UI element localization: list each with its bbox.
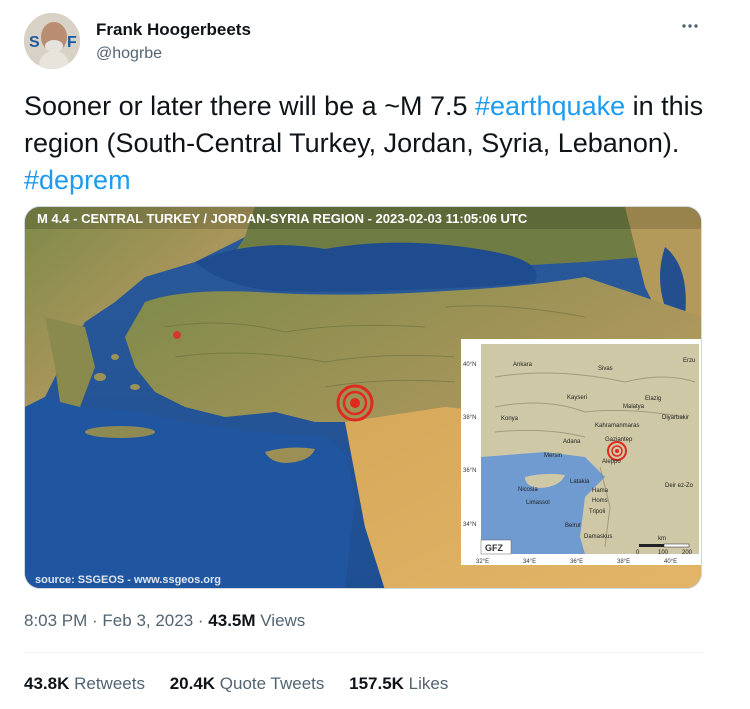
svg-text:F: F <box>67 34 77 51</box>
inset-city: Elazig <box>645 396 661 402</box>
inset-lat-label: 38°N <box>463 415 476 421</box>
inset-city: Nicosia <box>518 487 538 493</box>
inset-city: Damaskus <box>584 534 612 540</box>
views-count: 43.5M <box>208 611 256 630</box>
avatar-image: S F <box>24 13 80 69</box>
inset-city: Beirut <box>565 523 581 529</box>
tweet-text-part: Sooner or later there will be a ~M 7.5 <box>24 91 475 121</box>
inset-lat-label: 40°N <box>463 362 476 368</box>
likes-stat[interactable]: 157.5K Likes <box>349 674 448 693</box>
inset-lon-label: 36°E <box>570 559 583 565</box>
map-title: M 4.4 - CENTRAL TURKEY / JORDAN-SYRIA RE… <box>37 211 528 226</box>
inset-city: Mersin <box>544 453 562 459</box>
inset-city: Kahramanmaras <box>595 423 639 429</box>
svg-text:100: 100 <box>658 550 669 556</box>
inset-city: Sivas <box>598 366 613 372</box>
inset-city: Hama <box>592 488 609 494</box>
epicenter-marker <box>336 384 374 422</box>
inset-lat-label: 34°N <box>463 522 476 528</box>
tweet-meta: 8:03 PM · Feb 3, 2023 · 43.5M Views <box>24 611 305 631</box>
views-label: Views <box>255 611 306 630</box>
inset-city: Kayseri <box>567 395 587 401</box>
inset-city: Ankara <box>513 362 533 368</box>
author-name[interactable]: Frank Hoogerbeets <box>96 20 251 40</box>
divider <box>24 652 702 653</box>
inset-city: Erzu <box>683 358 695 364</box>
svg-text:200: 200 <box>682 550 693 556</box>
inset-lon-label: 32°E <box>476 559 489 565</box>
hashtag-earthquake[interactable]: #earthquake <box>475 91 625 121</box>
inset-map: 40°N 38°N 36°N 34°N 32°E 34°E 36°E 38°E … <box>461 339 701 565</box>
tweet-text: Sooner or later there will be a ~M 7.5 #… <box>24 88 714 199</box>
retweets-label: Retweets <box>69 674 145 693</box>
inset-lat-label: 36°N <box>463 468 476 474</box>
inset-city: Limassol <box>526 500 550 506</box>
tweet-time[interactable]: 8:03 PM <box>24 611 87 630</box>
hashtag-deprem[interactable]: #deprem <box>24 165 131 195</box>
author-handle[interactable]: @hogrbe <box>96 45 162 63</box>
quote-tweets-count: 20.4K <box>169 674 216 693</box>
inset-city: Deir ez-Zo <box>665 483 694 489</box>
inset-lon-label: 38°E <box>617 559 630 565</box>
inset-lon-label: 34°E <box>523 559 536 565</box>
inset-logo: GFZ <box>485 543 503 553</box>
retweets-stat[interactable]: 43.8K Retweets <box>24 674 145 693</box>
inset-city: Latakia <box>570 479 590 485</box>
quote-tweets-stat[interactable]: 20.4K Quote Tweets <box>170 674 325 693</box>
inset-city: Aleppo <box>602 459 621 465</box>
inset-city: Adana <box>563 439 581 445</box>
meta-separator: · <box>87 611 103 630</box>
map-source: source: SSGEOS - www.ssgeos.org <box>35 574 221 586</box>
inset-city: Konya <box>501 416 519 422</box>
inset-city: Malatya <box>623 404 645 410</box>
meta-separator: · <box>193 611 209 630</box>
tweet-date[interactable]: Feb 3, 2023 <box>102 611 193 630</box>
likes-count: 157.5K <box>349 674 404 693</box>
svg-text:S: S <box>29 34 40 51</box>
retweets-count: 43.8K <box>24 674 70 693</box>
inset-city: Homs <box>592 498 608 504</box>
more-icon[interactable] <box>680 16 700 41</box>
tweet-media-image[interactable]: M 4.4 - CENTRAL TURKEY / JORDAN-SYRIA RE… <box>24 206 702 589</box>
earthquake-map: M 4.4 - CENTRAL TURKEY / JORDAN-SYRIA RE… <box>25 207 701 588</box>
likes-label: Likes <box>403 674 449 693</box>
inset-city: Tripoli <box>589 509 605 515</box>
quote-tweets-label: Quote Tweets <box>215 674 325 693</box>
tweet-stats: 43.8K Retweets 20.4K Quote Tweets 157.5K… <box>24 674 468 694</box>
avatar[interactable]: S F <box>24 13 80 69</box>
inset-city: Gaziantep <box>605 437 633 443</box>
inset-lon-label: 40°E <box>664 559 677 565</box>
inset-city: Diyarbakir <box>662 415 689 421</box>
svg-text:km: km <box>658 536 666 542</box>
